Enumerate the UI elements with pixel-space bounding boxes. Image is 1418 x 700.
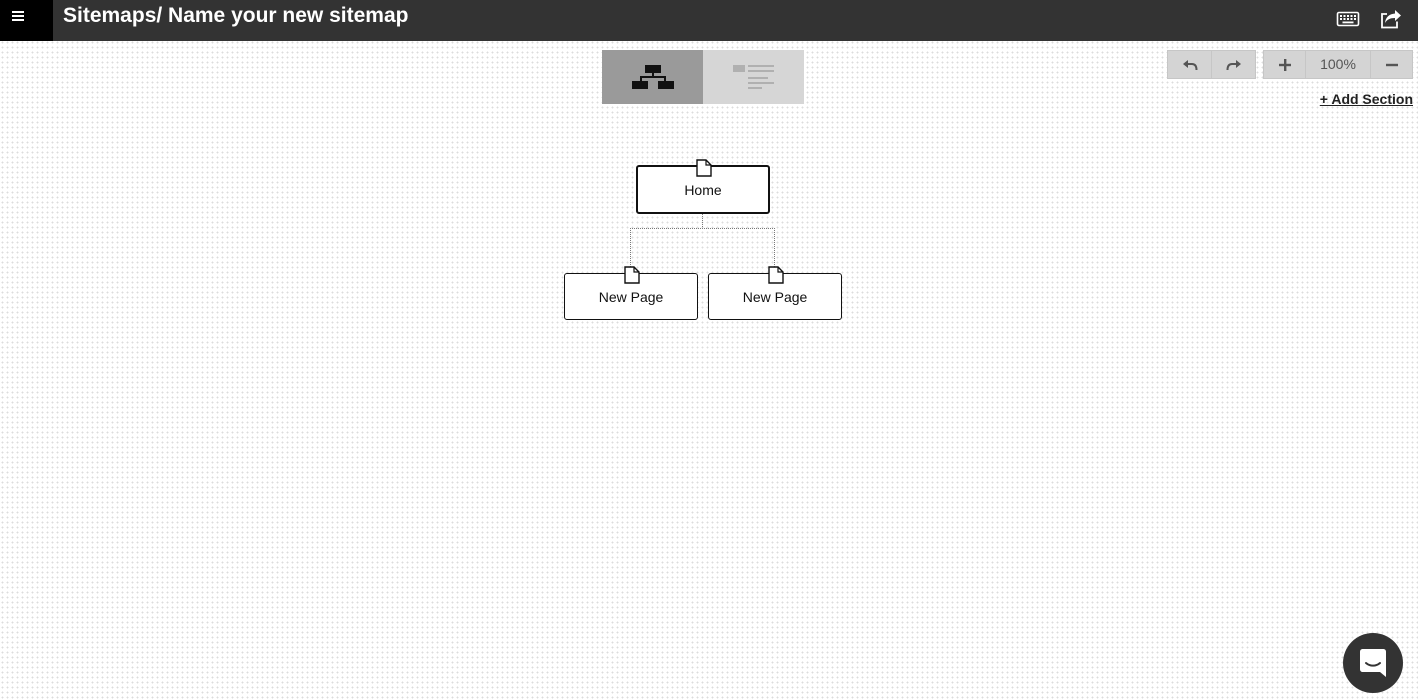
add-section-link[interactable]: + Add Section (1320, 91, 1413, 107)
share-icon (1381, 10, 1401, 29)
view-toggle (602, 50, 804, 104)
undo-icon (1182, 59, 1197, 70)
menu-button[interactable] (0, 0, 53, 41)
page-icon (696, 159, 712, 177)
list-view-icon (733, 65, 774, 89)
share-button[interactable] (1378, 6, 1404, 32)
child-connector (630, 228, 775, 273)
top-bar: Sitemaps/ Name your new sitemap (0, 0, 1418, 41)
page-icon (768, 266, 784, 284)
sitemap-node-page[interactable]: New Page (708, 266, 842, 320)
zoom-out-button[interactable] (1370, 50, 1413, 79)
tree-view-button[interactable] (602, 50, 703, 104)
zoom-level: 100% (1305, 50, 1371, 79)
sitemap-tree-icon (632, 65, 674, 89)
chat-launcher-button[interactable] (1343, 633, 1403, 693)
connector-stem (702, 213, 703, 229)
keyboard-shortcuts-button[interactable] (1335, 6, 1361, 32)
page-icon (624, 266, 640, 284)
sitemap-node-home[interactable]: Home (636, 159, 770, 214)
keyboard-icon (1336, 11, 1360, 27)
redo-button[interactable] (1211, 50, 1256, 79)
undo-button[interactable] (1167, 50, 1212, 79)
plus-icon (1278, 58, 1291, 71)
node-label: New Page (742, 289, 808, 305)
chat-icon (1360, 649, 1386, 677)
redo-icon (1226, 59, 1241, 70)
node-label: Home (684, 182, 722, 198)
list-view-button[interactable] (703, 50, 804, 104)
breadcrumb[interactable]: Sitemaps/ Name your new sitemap (63, 4, 408, 28)
hamburger-menu-icon (12, 11, 24, 21)
minus-icon (1385, 63, 1398, 66)
zoom-in-button[interactable] (1263, 50, 1306, 79)
node-label: New Page (598, 289, 664, 305)
sitemap-node-page[interactable]: New Page (564, 266, 698, 320)
